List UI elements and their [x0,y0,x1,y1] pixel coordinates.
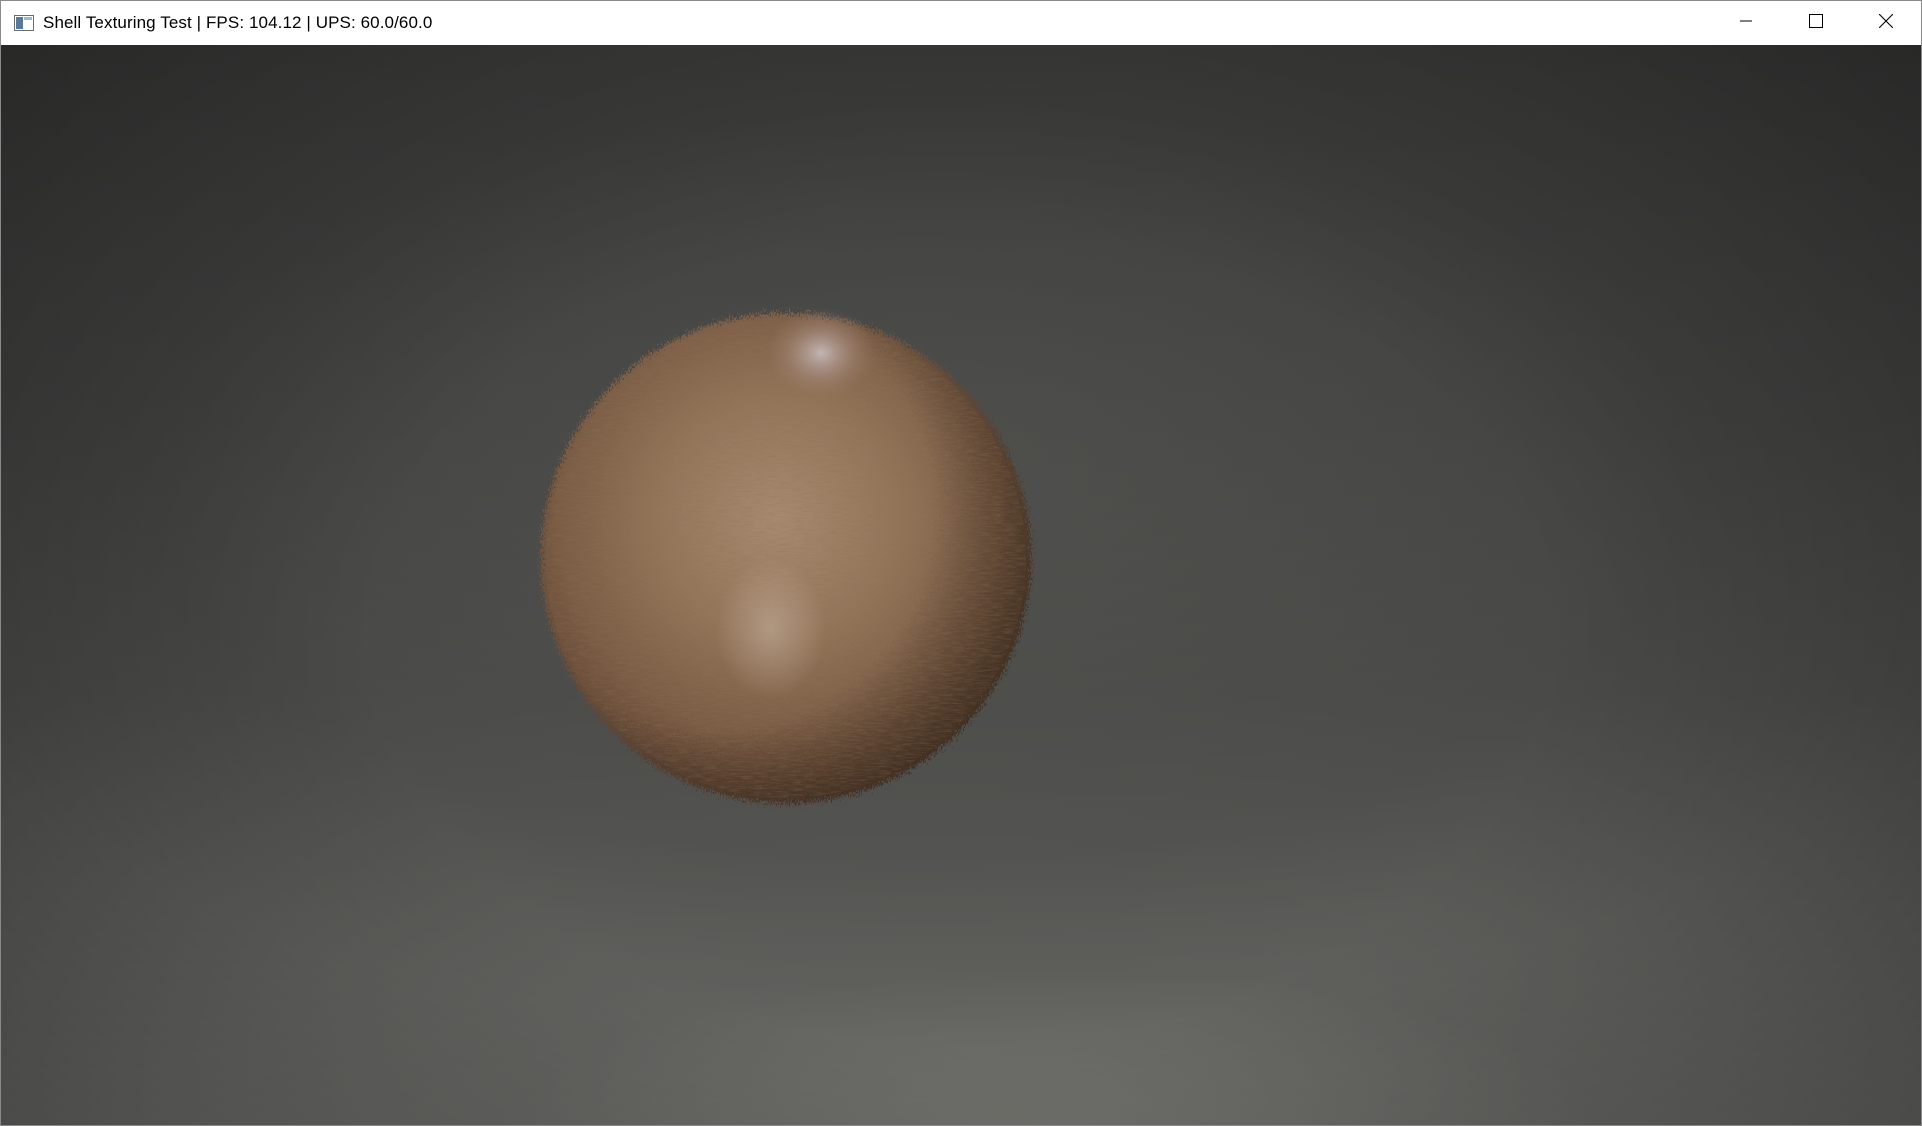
close-icon [1878,13,1894,33]
minimize-icon [1740,14,1752,32]
maximize-icon [1809,13,1823,33]
title-bar[interactable]: Shell Texturing Test | FPS: 104.12 | UPS… [1,1,1921,45]
close-button[interactable] [1851,1,1921,45]
window-title: Shell Texturing Test | FPS: 104.12 | UPS… [43,13,433,32]
app-window-icon [13,14,35,32]
minimize-button[interactable] [1711,1,1781,45]
render-viewport[interactable] [1,45,1921,1125]
app-window: Shell Texturing Test | FPS: 104.12 | UPS… [0,0,1922,1126]
fur-sphere [541,308,1031,803]
maximize-button[interactable] [1781,1,1851,45]
caption-buttons [1711,1,1921,45]
